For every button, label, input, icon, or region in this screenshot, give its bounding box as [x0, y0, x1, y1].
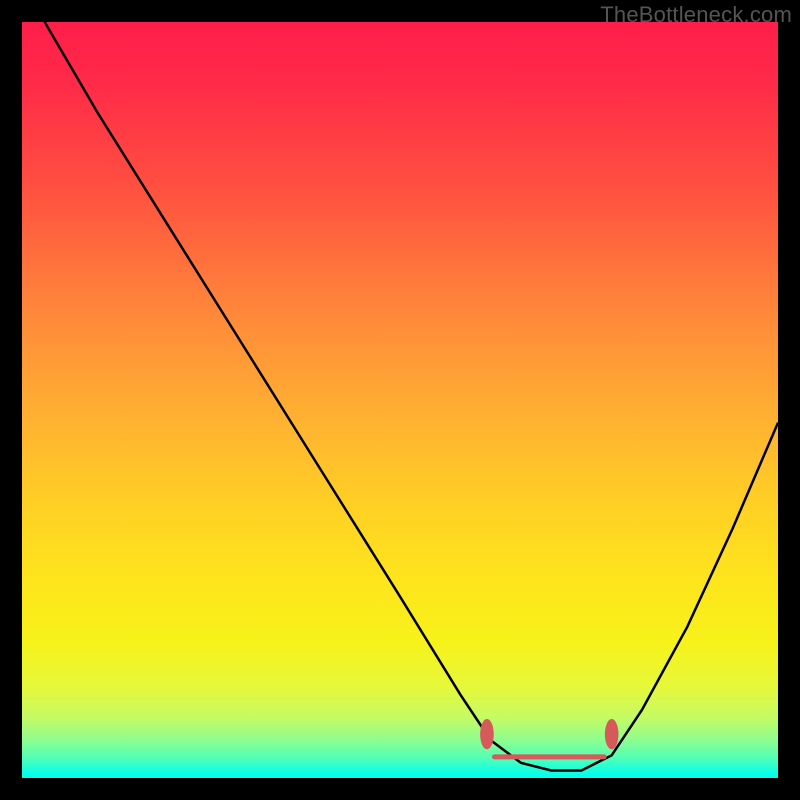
plot-area: [22, 22, 778, 778]
chart-frame: TheBottleneck.com: [0, 0, 800, 800]
watermark-text: TheBottleneck.com: [600, 2, 792, 28]
optimal-range-right: [605, 719, 619, 749]
bottleneck-curve: [45, 22, 778, 770]
markers: [480, 719, 618, 757]
chart-svg: [22, 22, 778, 778]
optimal-range-left: [480, 719, 494, 749]
